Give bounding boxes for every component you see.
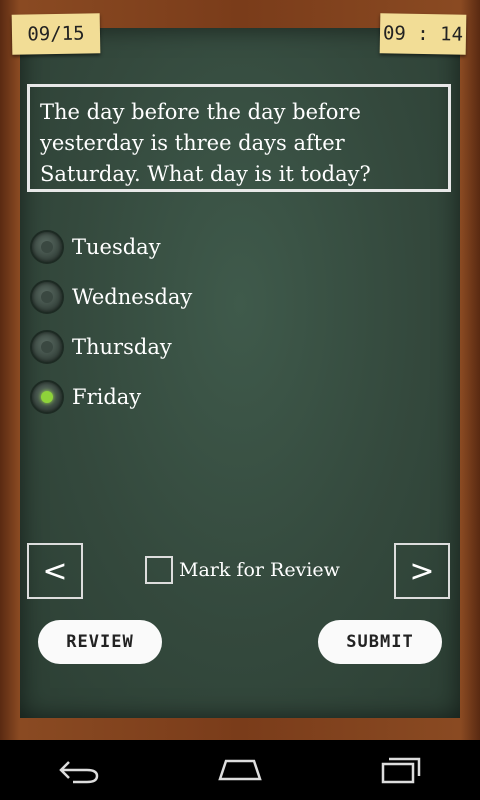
option-wednesday[interactable]: Wednesday: [30, 277, 390, 317]
previous-question-button[interactable]: <: [27, 543, 83, 599]
radio-button[interactable]: [30, 330, 64, 364]
option-thursday[interactable]: Thursday: [30, 327, 390, 367]
option-label: Thursday: [72, 335, 172, 359]
question-progress: 09/15: [11, 13, 101, 55]
recent-apps-icon[interactable]: [379, 756, 423, 784]
question-text: The day before the day before yesterday …: [27, 84, 451, 192]
submit-button[interactable]: SUBMIT: [318, 620, 442, 664]
option-label: Wednesday: [72, 285, 193, 309]
timer: 09 : 14: [379, 13, 467, 55]
system-navigation-bar: [0, 740, 480, 800]
mark-for-review[interactable]: Mark for Review: [145, 556, 340, 584]
mark-review-label: Mark for Review: [179, 559, 340, 581]
radio-button[interactable]: [30, 230, 64, 264]
next-question-button[interactable]: >: [394, 543, 450, 599]
radio-button[interactable]: [30, 280, 64, 314]
option-label: Tuesday: [72, 235, 161, 259]
review-button[interactable]: REVIEW: [38, 620, 162, 664]
radio-button-selected[interactable]: [30, 380, 64, 414]
home-icon[interactable]: [216, 757, 264, 783]
option-friday[interactable]: Friday: [30, 377, 390, 417]
option-label: Friday: [72, 385, 142, 409]
option-tuesday[interactable]: Tuesday: [30, 227, 390, 267]
mark-review-checkbox[interactable]: [145, 556, 173, 584]
back-icon[interactable]: [57, 756, 101, 784]
